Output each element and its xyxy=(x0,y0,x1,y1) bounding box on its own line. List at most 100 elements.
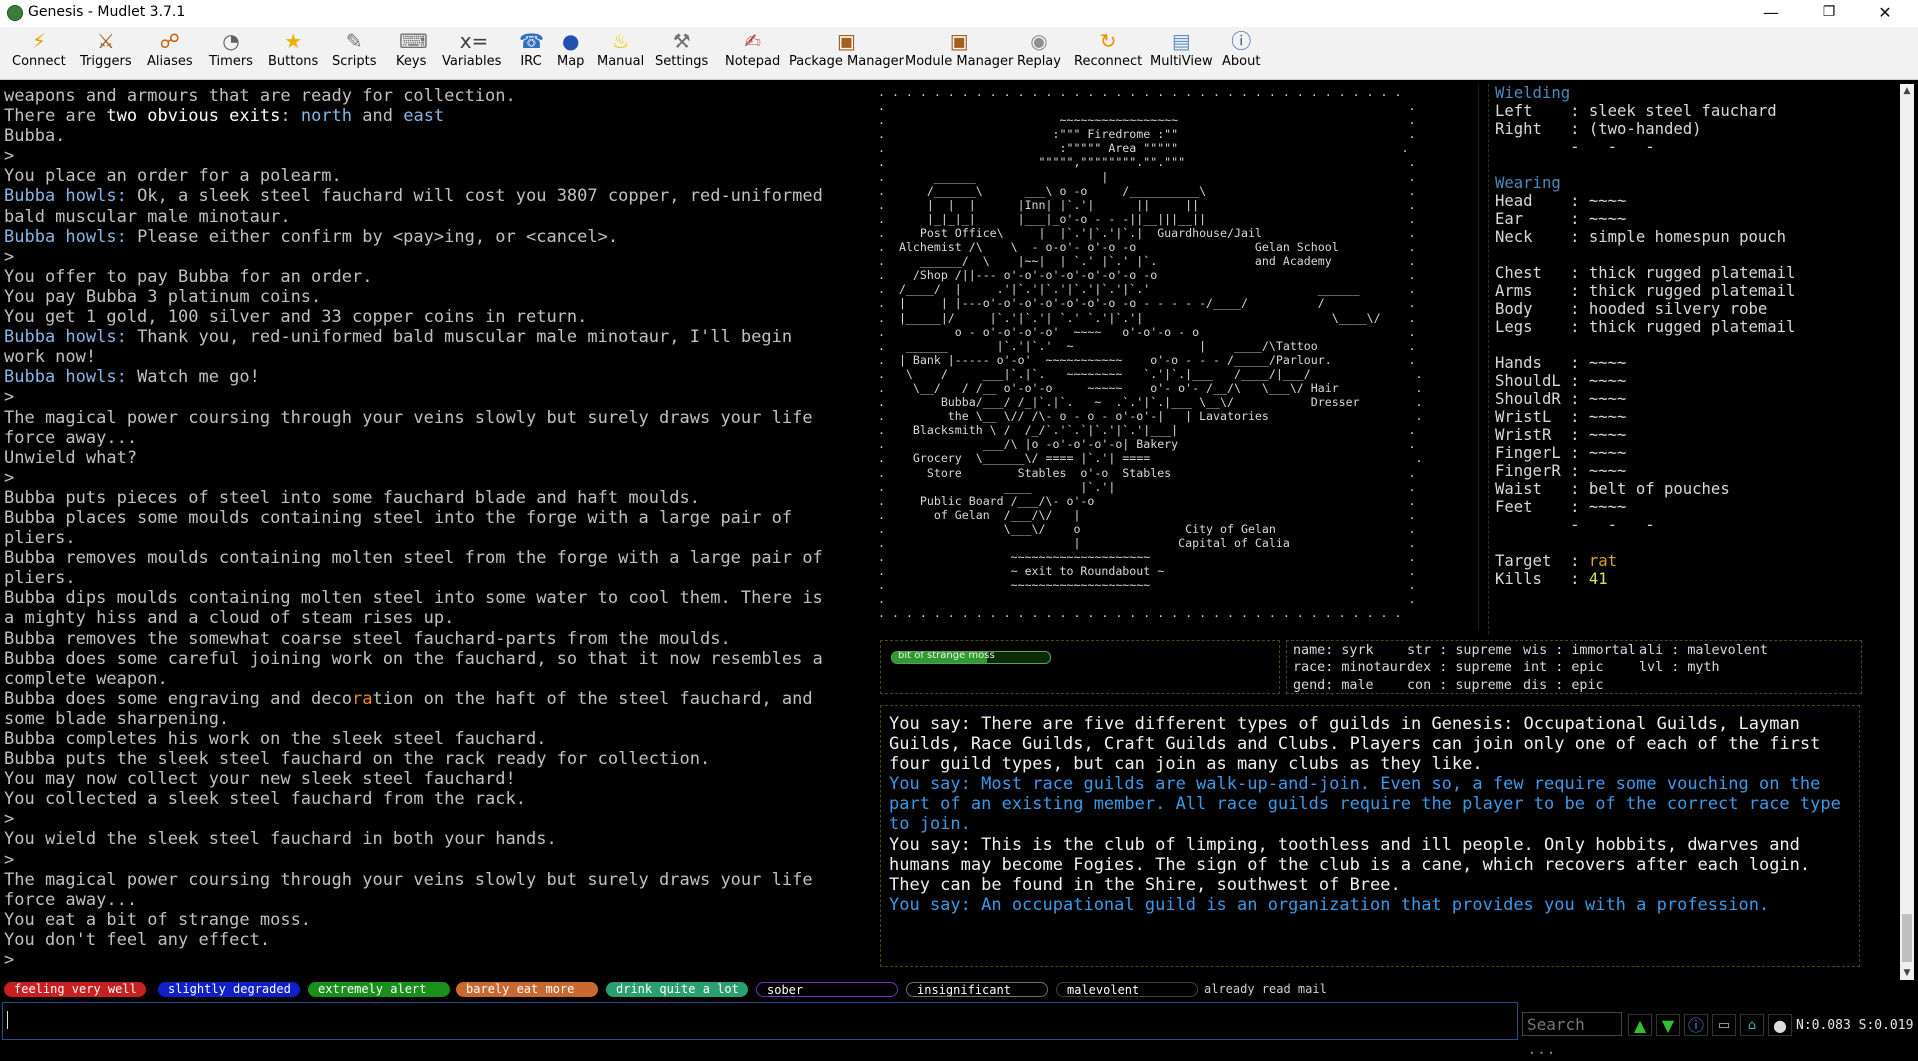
toolbar-replay-button[interactable]: ◉ Replay xyxy=(1017,29,1061,69)
console-line: work now! xyxy=(4,347,97,368)
chat-console[interactable]: You say: There are five different types … xyxy=(880,705,1860,967)
toolbar-label: Notepad xyxy=(725,54,781,69)
fatigue-status: extremely alert xyxy=(308,982,450,997)
target-value: rat xyxy=(1588,552,1618,570)
mudlet-app-icon xyxy=(7,5,23,21)
console-line: You pay Bubba 3 platinum coins. xyxy=(4,286,322,307)
timestamp-toggle-icon[interactable]: ⓘ xyxy=(1684,1014,1708,1036)
map-line: . """"",""""""""."".""" . xyxy=(878,155,1416,170)
minimize-button[interactable]: — xyxy=(1748,0,1794,27)
toolbar-variables-button[interactable]: x= Variables xyxy=(442,29,501,69)
console-line: Bubba does some careful joining work on … xyxy=(4,648,823,669)
map-line: . of Gelan /___/\/ | . xyxy=(878,507,1416,522)
scroll-down-arrow-icon[interactable]: ▼ xyxy=(1900,966,1914,980)
network-icon[interactable]: ● xyxy=(1768,1014,1792,1036)
chat-line: Guilds, Race Guilds, Craft Guilds and Cl… xyxy=(889,734,1821,755)
map-line: . ______/ \ |~~| | `.' |`.' |`. and Acad… xyxy=(878,254,1416,269)
chat-line: They can be found in the Shire, southwes… xyxy=(889,874,1401,895)
emergency-stop-icon[interactable]: ⌂ xyxy=(1740,1014,1764,1036)
console-line: > xyxy=(4,146,15,167)
toolbar-label: About xyxy=(1222,54,1261,69)
map-line: . . xyxy=(878,592,1416,607)
console-line: > xyxy=(4,467,15,488)
toolbar-multiview-button[interactable]: ▤ MultiView xyxy=(1150,29,1213,69)
map-line: . | Bank |----- o'-o' ~~~~~~~~~~~ o'-o -… xyxy=(878,352,1416,367)
equipment-slot: Body : hooded silvery robe xyxy=(1495,300,1768,318)
command-line-input[interactable] xyxy=(2,1002,1518,1040)
search-previous-icon[interactable]: ▲ xyxy=(1628,1014,1652,1036)
food-status: barely eat more xyxy=(456,982,598,997)
toolbar-reconnect-button[interactable]: ↻ Reconnect xyxy=(1074,29,1142,69)
console-line: Bubba. xyxy=(4,126,66,147)
chat-line: four guild types, but can join as many c… xyxy=(889,754,1483,775)
equipment-slot: FingerR : ~~~~ xyxy=(1495,462,1627,480)
maximize-button[interactable]: ❐ xyxy=(1806,0,1852,27)
console-line: Bubba removes the somewhat coarse steel … xyxy=(4,628,731,649)
equipment-slot: WristL : ~~~~ xyxy=(1495,408,1627,426)
console-line: a mighty hiss and a cloud of steam rises… xyxy=(4,608,455,629)
equipment-slot: Waist : belt of pouches xyxy=(1495,480,1730,498)
toolbar-package-manager-button[interactable]: ▣ Package Manager xyxy=(789,29,904,69)
toolbar-about-button[interactable]: ⓘ About xyxy=(1222,29,1260,69)
toolbar-settings-button[interactable]: ⚒ Settings xyxy=(655,29,708,69)
main-console[interactable]: weapons and armours that are ready for c… xyxy=(4,86,874,970)
record-replay-icon[interactable]: ▭ xyxy=(1712,1014,1736,1036)
map-line: . :""" Firedrome :"" . xyxy=(878,127,1416,142)
equipment-slot: Ear : ~~~~ xyxy=(1495,210,1627,228)
chat-line: You say: There are five different types … xyxy=(889,714,1800,734)
map-line: . ______ | . xyxy=(878,169,1416,184)
map-line: . | | | |Inn| |`.'| || || . xyxy=(878,197,1416,212)
console-line: There are two obvious exits: north and e… xyxy=(4,106,445,127)
status-bar: already read mail feeling very well sligh… xyxy=(0,980,1918,1002)
toolbar-label: Buttons xyxy=(268,54,319,69)
console-line: Bubba puts the sleek steel fauchard on t… xyxy=(4,749,711,770)
chat-line: part of an existing member. All race gui… xyxy=(889,794,1841,815)
alignment-status: malevolent xyxy=(1056,982,1198,997)
console-line: force away... xyxy=(4,427,138,448)
scroll-up-arrow-icon[interactable]: ▲ xyxy=(1900,84,1914,98)
toolbar-manual-button[interactable]: ♨ Manual xyxy=(597,29,644,69)
toolbar-timers-button[interactable]: ◔ Timers xyxy=(209,29,253,69)
toolbar-map-button[interactable]: ● Map xyxy=(557,29,584,69)
map-line: . /______\ ___\ o -o /__________\ . xyxy=(878,183,1416,198)
chat-line: humans may become Fogies. The sign of th… xyxy=(889,854,1811,875)
console-line: Unwield what? xyxy=(4,447,138,468)
text-caret xyxy=(7,1011,8,1029)
equipment-slot: Arms : thick rugged platemail xyxy=(1495,282,1796,300)
map-line: . |_____|/ |`.'|`.'| `.' `.'|`.'| \____\… xyxy=(878,310,1416,325)
toolbar-aliases-button[interactable]: ☍ Aliases xyxy=(147,29,193,69)
map-line: . \___\/ o City of Gelan . xyxy=(878,521,1416,536)
toolbar-scripts-button[interactable]: ✎ Scripts xyxy=(332,29,376,69)
console-line: Bubba howls: Please either confirm by <p… xyxy=(4,226,619,247)
console-scrollbar[interactable]: ▲ ▼ xyxy=(1900,84,1914,980)
toolbar-triggers-button[interactable]: ⚔ Triggers xyxy=(80,29,132,69)
console-line: The magical power coursing through your … xyxy=(4,407,813,428)
toolbar-label: Timers xyxy=(209,54,253,69)
console-line: > xyxy=(4,849,15,870)
console-line: some blade sharpening. xyxy=(4,708,230,729)
close-button[interactable]: ✕ xyxy=(1862,0,1908,27)
console-line: > xyxy=(4,246,15,267)
triggers-icon: ⚔ xyxy=(96,29,115,53)
toolbar-keys-button[interactable]: ⌨ Keys xyxy=(396,29,428,69)
toolbar-label: IRC xyxy=(520,54,542,69)
equipment-slot: Legs : thick rugged platemail xyxy=(1495,318,1796,336)
console-line: complete weapon. xyxy=(4,668,168,689)
console-line: Bubba howls: Ok, a sleek steel fauchard … xyxy=(4,186,823,207)
equipment-slot: Neck : simple homespun pouch xyxy=(1495,228,1787,246)
scrollbar-thumb[interactable] xyxy=(1902,914,1912,962)
aliases-icon: ☍ xyxy=(159,29,180,53)
toolbar-buttons-button[interactable]: ★ Buttons xyxy=(268,29,318,69)
toolbar-irc-button[interactable]: ☎ IRC xyxy=(519,29,544,69)
toolbar-notepad-button[interactable]: ✍ Notepad xyxy=(725,29,780,69)
search-next-icon[interactable]: ▼ xyxy=(1656,1014,1680,1036)
toolbar-module-manager-button[interactable]: ▣ Module Manager xyxy=(905,29,1013,69)
toolbar-label: Scripts xyxy=(332,54,377,69)
notepad-icon: ✍ xyxy=(744,29,761,53)
reconnect-icon: ↻ xyxy=(1099,29,1117,53)
map-line: . ____ |`.'| . xyxy=(878,479,1416,494)
toolbar-label: Manual xyxy=(597,54,645,69)
map-line: . | Capital of Calia . xyxy=(878,536,1416,550)
search-input[interactable]: Search ... xyxy=(1522,1012,1622,1058)
toolbar-connect-button[interactable]: ⚡ Connect xyxy=(12,29,66,69)
